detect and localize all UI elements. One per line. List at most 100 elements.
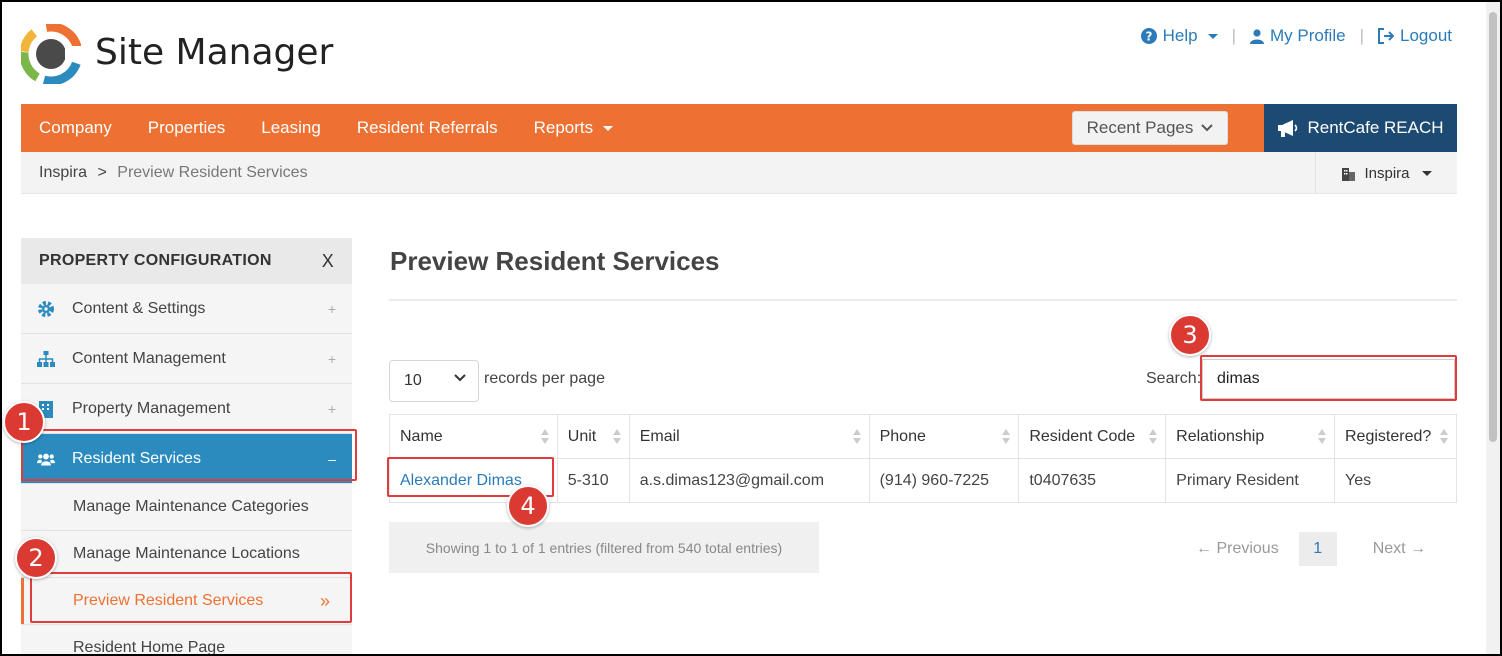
table-row: Alexander Dimas 5-310 a.s.dimas123@gmail… xyxy=(389,458,1457,503)
cell-phone: (914) 960-7225 xyxy=(868,458,1020,503)
page-button[interactable]: 1 xyxy=(1298,532,1337,566)
my-profile-link[interactable]: My Profile xyxy=(1250,26,1346,46)
scrollbar-thumb[interactable] xyxy=(1489,12,1497,442)
chevron-down-icon xyxy=(1207,33,1218,39)
expand-icon[interactable]: + xyxy=(328,301,336,317)
sidebar-subitem-resident-home-page[interactable]: Resident Home Page xyxy=(21,625,352,656)
app-title: Site Manager xyxy=(95,32,334,73)
cell-relationship: Primary Resident xyxy=(1165,458,1335,503)
cell-resident-code: t0407635 xyxy=(1018,458,1167,503)
double-chevron-right-icon: » xyxy=(319,590,330,611)
sidebar-header: PROPERTY CONFIGURATION X xyxy=(21,238,352,284)
logout-link[interactable]: Logout xyxy=(1378,26,1452,46)
annotation-badge: 4 xyxy=(507,485,549,527)
rentcafe-reach-button[interactable]: RentCafe REACH xyxy=(1264,104,1457,152)
building-icon xyxy=(1342,167,1356,181)
chevron-down-icon xyxy=(454,374,466,382)
annotation-badge: 1 xyxy=(3,401,45,443)
column-header-relationship[interactable]: Relationship xyxy=(1165,414,1335,459)
chevron-down-icon xyxy=(1421,170,1432,176)
svg-text:?: ? xyxy=(1145,30,1152,44)
my-profile-label: My Profile xyxy=(1270,26,1346,45)
records-per-page-value: 10 xyxy=(404,372,422,389)
column-header-label: Relationship xyxy=(1176,427,1265,445)
nav-company[interactable]: Company xyxy=(21,104,130,152)
nav-resident-referrals[interactable]: Resident Referrals xyxy=(339,104,516,152)
sidebar-item-label: Content Management xyxy=(72,349,226,367)
close-icon[interactable]: X xyxy=(322,251,334,272)
pagination: ← Previous 1 Next → xyxy=(1196,532,1426,566)
column-header-label: Resident Code xyxy=(1029,427,1136,445)
cell-registered: Yes xyxy=(1334,458,1457,503)
page-title: Preview Resident Services xyxy=(390,246,720,276)
search-label: Search: xyxy=(1146,370,1202,387)
next-button[interactable]: Next → xyxy=(1373,540,1426,558)
divider: | xyxy=(1359,26,1364,45)
search-input[interactable] xyxy=(1202,359,1455,399)
chevron-down-icon xyxy=(603,125,614,131)
sort-icon xyxy=(540,429,549,445)
sidebar-item-property-management[interactable]: Property Management + xyxy=(21,384,352,434)
nav-leasing[interactable]: Leasing xyxy=(243,104,339,152)
sort-icon xyxy=(1002,429,1011,445)
column-header-phone[interactable]: Phone xyxy=(868,414,1020,459)
nav-reports[interactable]: Reports xyxy=(516,104,632,152)
breadcrumb-current: Preview Resident Services xyxy=(117,164,308,181)
sidebar-subitem-manage-maintenance-categories[interactable]: Manage Maintenance Categories xyxy=(21,484,352,531)
expand-icon[interactable]: + xyxy=(328,401,336,417)
collapse-icon[interactable]: – xyxy=(328,451,336,467)
main-nav: Company Properties Leasing Resident Refe… xyxy=(21,104,1457,152)
logout-icon xyxy=(1378,28,1394,44)
sort-icon xyxy=(852,429,861,445)
sidebar-title: PROPERTY CONFIGURATION xyxy=(39,252,272,269)
scrollbar[interactable] xyxy=(1486,2,1500,654)
logout-label: Logout xyxy=(1400,26,1452,45)
sidebar-subitem-manage-maintenance-locations[interactable]: Manage Maintenance Locations xyxy=(21,531,352,578)
divider xyxy=(389,299,1457,301)
divider: | xyxy=(1231,26,1236,45)
column-header-registered[interactable]: Registered? xyxy=(1334,414,1457,459)
sidebar-item-label: Content & Settings xyxy=(72,299,206,317)
breadcrumb: Inspira > Preview Resident Services xyxy=(39,164,308,182)
top-links: ? Help | My Profile | Logout xyxy=(1140,26,1452,46)
column-header-resident-code[interactable]: Resident Code xyxy=(1018,414,1167,459)
expand-icon[interactable]: + xyxy=(328,351,336,367)
annotation-badge: 3 xyxy=(1169,314,1211,356)
nav-reports-label: Reports xyxy=(533,118,594,137)
column-header-unit[interactable]: Unit xyxy=(556,414,630,459)
cell-email: a.s.dimas123@gmail.com xyxy=(628,458,870,503)
sidebar: PROPERTY CONFIGURATION X Content & Setti… xyxy=(21,238,352,656)
sidebar-item-content-management[interactable]: Content Management + xyxy=(21,334,352,384)
sidebar-item-resident-services[interactable]: Resident Services – xyxy=(21,434,352,484)
sidebar-subitem-preview-resident-services[interactable]: Preview Resident Services » xyxy=(21,578,352,625)
cell-unit: 5-310 xyxy=(556,458,630,503)
recent-pages-button[interactable]: Recent Pages xyxy=(1072,111,1228,145)
help-icon: ? xyxy=(1140,28,1157,44)
help-link[interactable]: ? Help xyxy=(1140,26,1218,46)
breadcrumb-root[interactable]: Inspira xyxy=(39,164,87,181)
chevron-down-icon xyxy=(1201,124,1214,132)
column-header-label: Unit xyxy=(567,427,597,445)
records-per-page-select[interactable]: 10 xyxy=(389,360,479,402)
sort-icon xyxy=(612,429,621,445)
residents-table: Name Unit Email Phone Resident Code Rela… xyxy=(389,414,1457,503)
sidebar-item-label: Resident Services xyxy=(72,449,201,467)
recent-pages-label: Recent Pages xyxy=(1086,118,1194,137)
table-info: Showing 1 to 1 of 1 entries (filtered fr… xyxy=(389,522,819,573)
help-label: Help xyxy=(1162,26,1198,45)
nav-properties[interactable]: Properties xyxy=(130,104,243,152)
column-header-email[interactable]: Email xyxy=(628,414,870,459)
column-header-name[interactable]: Name xyxy=(389,414,558,459)
sort-icon xyxy=(1318,429,1326,445)
site-manager-logo xyxy=(21,24,81,84)
sidebar-item-content-settings[interactable]: Content & Settings + xyxy=(21,284,352,334)
user-icon xyxy=(1250,28,1264,44)
previous-button[interactable]: ← Previous xyxy=(1196,540,1279,558)
active-indicator xyxy=(21,578,24,624)
sitemap-icon xyxy=(37,350,55,368)
table-header-row: Name Unit Email Phone Resident Code Rela… xyxy=(389,414,1457,459)
megaphone-icon xyxy=(1278,120,1298,137)
property-switcher[interactable]: Inspira xyxy=(1315,152,1457,194)
sort-icon xyxy=(1149,429,1158,445)
resident-name-link[interactable]: Alexander Dimas xyxy=(400,472,522,489)
